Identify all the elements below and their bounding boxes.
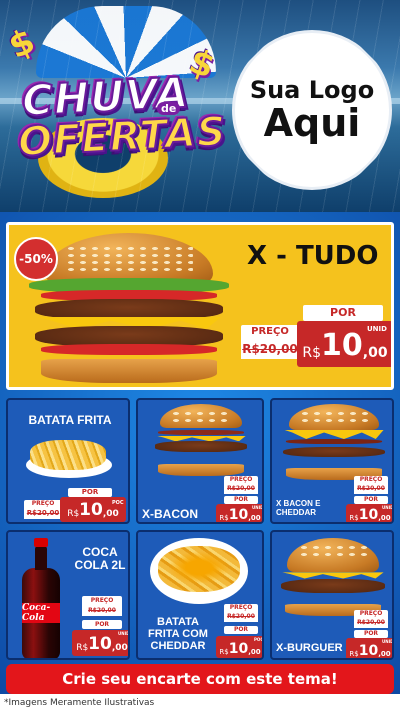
por-label: POR <box>82 620 122 629</box>
old-price: R$20,00 <box>354 484 388 494</box>
por-label: POR <box>303 305 383 321</box>
bottle-label: Coca-Cola <box>22 602 60 624</box>
old-price: R$20,00 <box>224 484 258 494</box>
preco-label: PREÇO <box>241 325 299 339</box>
x-bacon-image <box>152 404 250 476</box>
price-integer: 10 <box>321 328 363 363</box>
product-card-batata-frita[interactable]: BATATA FRITA POR PREÇO R$20,00 R$ 10 ,00… <box>6 398 130 524</box>
old-price: R$20,00 <box>224 612 258 622</box>
product-name: X-BACON <box>142 507 198 521</box>
old-price: R$20,00 <box>241 339 299 359</box>
unit-label: POC <box>254 637 264 642</box>
unit-label: UNID <box>252 505 264 510</box>
discount-badge: -50% <box>14 237 58 281</box>
product-name: BATATA FRITA COM CHEDDAR <box>148 616 208 653</box>
hero-product-name: X - TUDO <box>247 241 379 271</box>
footnote: *Imagens Meramente Ilustrativas <box>0 694 400 712</box>
product-name: X-BURGUER <box>276 642 343 654</box>
coca-cola-bottle-image: Coca-Cola <box>22 538 60 658</box>
por-label: POR <box>224 496 258 504</box>
unit-label: UNID <box>382 505 394 510</box>
price-tag: PREÇO R$20,00 POR R$ 10 ,00 UNID <box>72 596 130 658</box>
x-burguer-image <box>278 538 388 616</box>
price-tag: PREÇO R$20,00 POR R$ 10 ,00 POC <box>216 604 264 658</box>
flyer: $ $ CHUVA de OFERTAS Sua Logo Aqui -50% … <box>0 0 400 712</box>
hero-burger-image <box>29 233 229 383</box>
price-tag: PREÇO R$20,00 POR R$ 10 ,00 UNID <box>216 476 264 522</box>
price-decimal: ,00 <box>362 345 388 361</box>
product-card-x-bacon[interactable]: X-BACON PREÇO R$20,00 POR R$ 10 ,00 UNID <box>136 398 264 524</box>
hero-price-tag: POR PREÇO R$20,00 R$ 10 ,00 UNID <box>241 305 391 385</box>
cta-banner[interactable]: Crie seu encarte com este tema! <box>6 664 394 694</box>
x-bacon-cheddar-image <box>280 404 388 480</box>
old-price: R$20,00 <box>354 618 388 628</box>
por-label: POR <box>68 488 112 497</box>
logo-text-line1: Sua Logo <box>249 76 375 105</box>
preco-label: PREÇO <box>24 500 62 508</box>
preco-label: PREÇO <box>354 610 388 618</box>
product-name: BATATA FRITA <box>28 413 112 427</box>
price-tag: POR PREÇO R$20,00 R$ 10 ,00 POC <box>24 488 128 522</box>
price-tag: PREÇO R$20,00 POR R$ 10 ,00 UNID <box>346 476 394 522</box>
preco-label: PREÇO <box>354 476 388 484</box>
product-name: X BACON E CHEDDAR <box>276 499 321 517</box>
preco-label: PREÇO <box>224 604 258 612</box>
preco-label: PREÇO <box>82 596 122 605</box>
unit-label: UNID <box>118 631 130 636</box>
product-card-x-bacon-cheddar[interactable]: X BACON E CHEDDAR PREÇO R$20,00 POR R$ 1… <box>270 398 394 524</box>
header-banner: $ $ CHUVA de OFERTAS Sua Logo Aqui <box>0 0 400 212</box>
unit-label: UNID <box>367 325 387 333</box>
currency: R$ <box>302 345 322 361</box>
fries-pile <box>30 440 106 470</box>
old-price: R$20,00 <box>82 605 122 616</box>
logo-placeholder[interactable]: Sua Logo Aqui <box>232 30 392 190</box>
por-label: POR <box>354 630 388 638</box>
unit-label: POC <box>112 500 124 506</box>
price-tag: PREÇO R$20,00 POR R$ 10 ,00 UNID <box>346 610 394 658</box>
por-label: POR <box>354 496 388 504</box>
unit-label: UNID <box>382 639 394 644</box>
product-card-x-burguer[interactable]: X-BURGUER PREÇO R$20,00 POR R$ 10 ,00 UN… <box>270 530 394 660</box>
logo-text-line2: Aqui <box>263 101 361 146</box>
preco-label: PREÇO <box>224 476 258 484</box>
fries-cheddar-image <box>150 538 248 604</box>
product-card-coca-cola[interactable]: Coca-Cola COCA COLA 2L PREÇO R$20,00 POR… <box>6 530 130 660</box>
old-price: R$20,00 <box>24 508 62 519</box>
por-label: POR <box>224 626 258 634</box>
hero-offer[interactable]: -50% X - TUDO POR PREÇO R$20,00 R$ 10 ,0… <box>6 222 394 390</box>
product-card-batata-cheddar[interactable]: BATATA FRITA COM CHEDDAR PREÇO R$20,00 P… <box>136 530 264 660</box>
product-name: COCA COLA 2L <box>74 545 126 573</box>
